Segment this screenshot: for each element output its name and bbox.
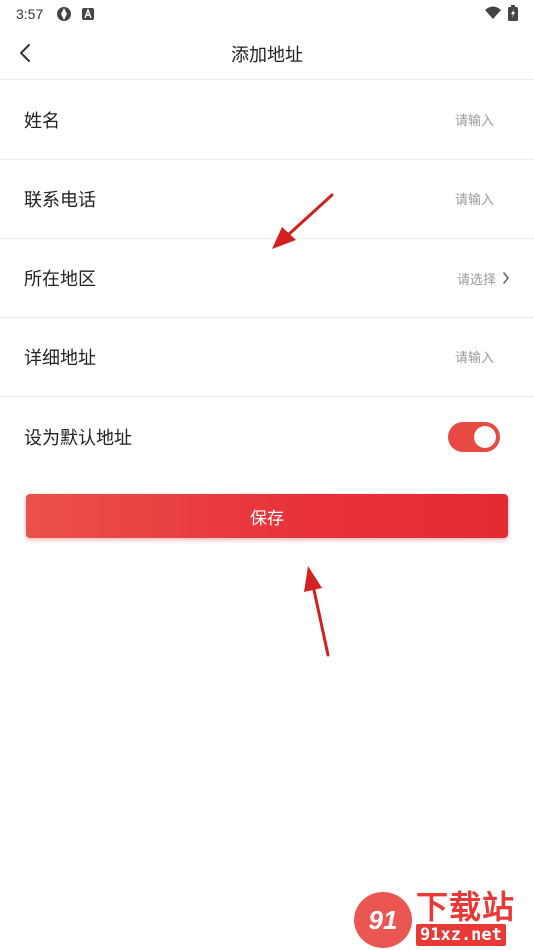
sync-icon: [55, 5, 73, 23]
nav-bar: 添加地址: [0, 28, 534, 80]
default-label: 设为默认地址: [24, 427, 132, 448]
watermark-title: 下载站: [416, 889, 516, 925]
chevron-left-icon: [20, 44, 30, 62]
name-input[interactable]: [294, 112, 494, 128]
name-label: 姓名: [24, 111, 60, 131]
a-badge-icon: [81, 7, 95, 21]
address-row: 详细地址: [0, 318, 534, 397]
address-form: 姓名 联系电话 所在地区 请选择 详细地址 设为默认地址: [0, 81, 534, 476]
default-toggle[interactable]: [448, 421, 500, 452]
save-button[interactable]: 保存: [26, 494, 508, 538]
region-label: 所在地区: [24, 269, 96, 289]
address-label: 详细地址: [24, 348, 96, 368]
phone-label: 联系电话: [24, 190, 96, 210]
region-placeholder: 请选择: [456, 271, 496, 287]
region-select[interactable]: 请选择: [457, 269, 510, 288]
toggle-knob: [474, 425, 496, 448]
back-button[interactable]: [10, 38, 40, 68]
battery-icon: [508, 4, 518, 24]
phone-input[interactable]: [294, 191, 494, 207]
page-title: 添加地址: [231, 44, 303, 65]
watermark-site: 91xz.net: [416, 924, 506, 946]
wifi-icon: [484, 6, 502, 23]
status-bar: 3:57: [0, 0, 534, 28]
region-row[interactable]: 所在地区 请选择: [0, 239, 534, 318]
status-time: 3:57: [16, 6, 44, 22]
address-input[interactable]: [294, 349, 494, 365]
watermark-badge: 91: [354, 892, 412, 948]
phone-row: 联系电话: [0, 160, 534, 239]
watermark: 91 下载站 91xz.net: [354, 890, 530, 950]
chevron-right-icon: [503, 272, 510, 284]
status-right: [484, 4, 518, 24]
name-row: 姓名: [0, 81, 534, 160]
default-row: 设为默认地址: [0, 397, 534, 476]
